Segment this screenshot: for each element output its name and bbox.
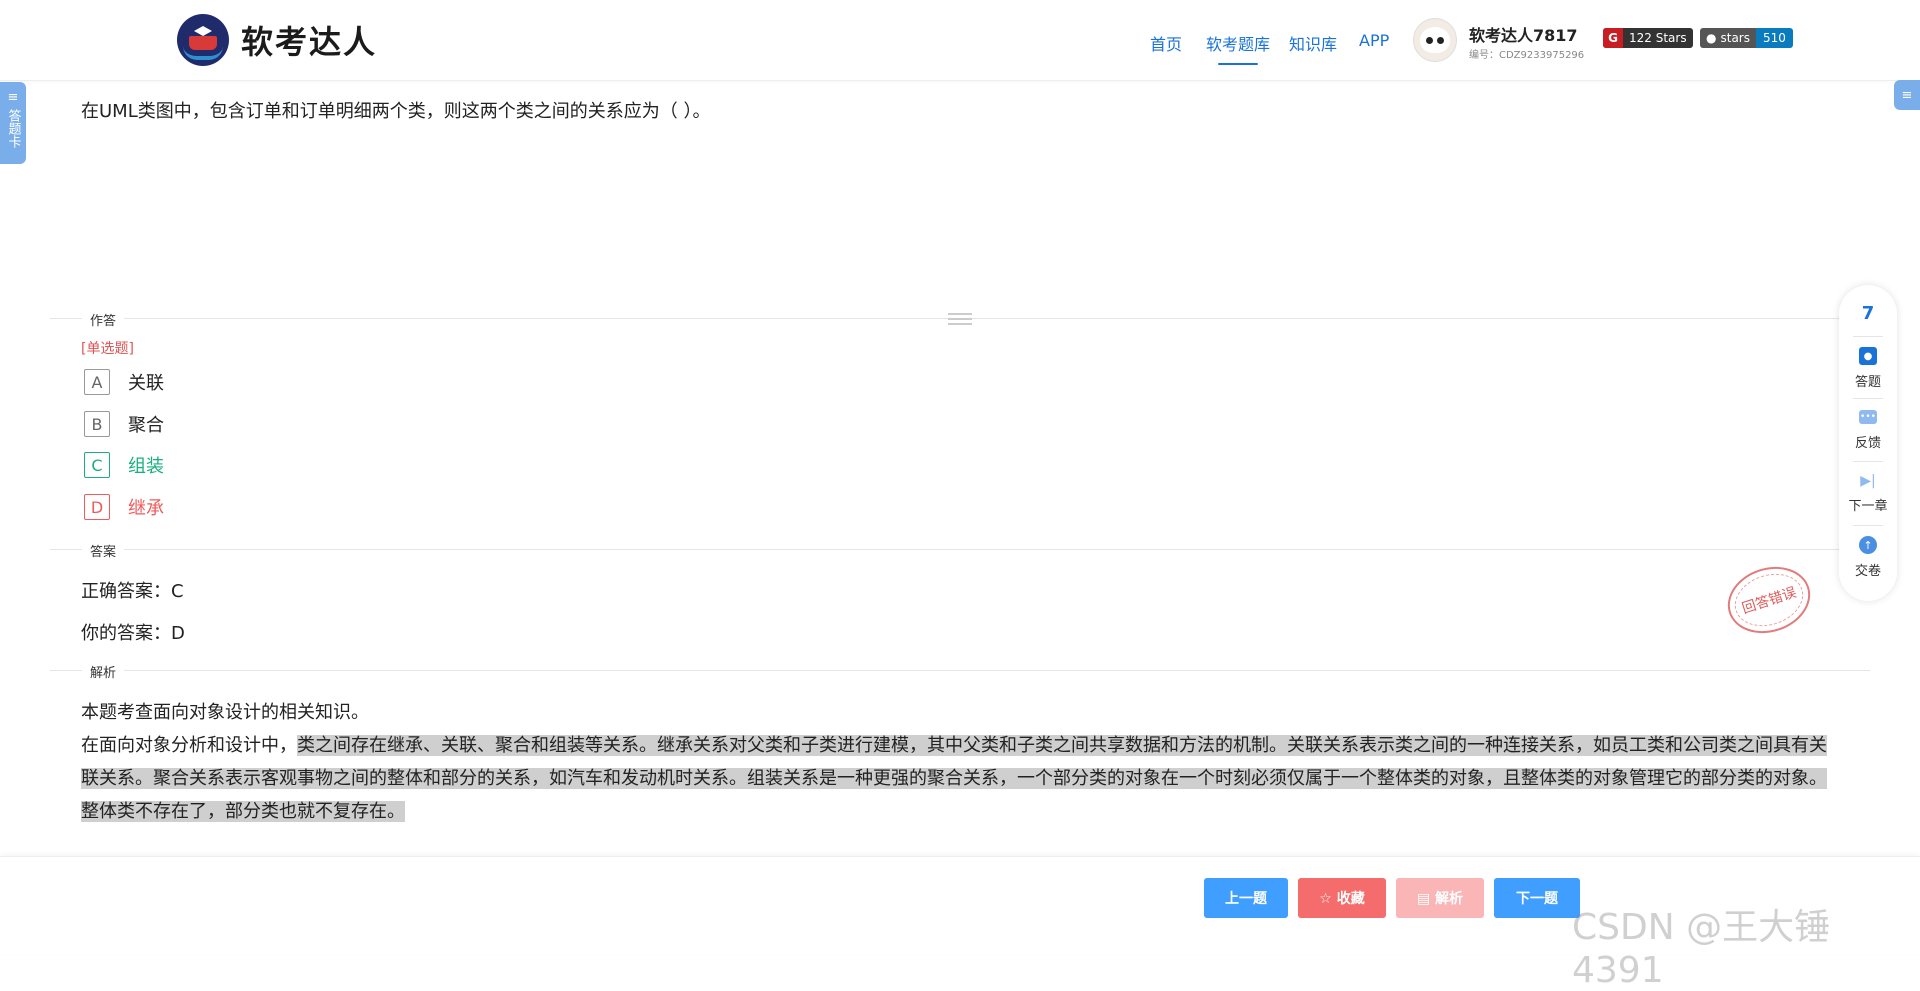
logo-icon (177, 14, 229, 66)
your-answer: 你的答案：D (81, 623, 185, 644)
wrong-answer-stamp: 回答错误 (1719, 556, 1819, 644)
answer-card-tab[interactable]: ≡ 答题卡 (0, 82, 26, 164)
nav-question-bank[interactable]: 软考题库 (1206, 31, 1270, 65)
analysis-intro: 本题考查面向对象设计的相关知识。 (81, 702, 369, 723)
menu-icon: ≡ (1901, 87, 1913, 103)
favorite-button[interactable]: ☆ 收藏 (1298, 878, 1386, 918)
prev-question-button[interactable]: 上一题 (1204, 878, 1288, 918)
option-d[interactable]: D 继承 (84, 494, 164, 520)
feedback-icon: ••• (1859, 410, 1877, 424)
section-label-analysis: 解析 (82, 662, 125, 681)
floating-toolbar: 7 ● 答题 ••• 反馈 ▶| 下一章 ↑ 交卷 (1839, 285, 1897, 601)
nav-home[interactable]: 首页 (1150, 31, 1182, 55)
analysis-text: 本题考查面向对象设计的相关知识。 在面向对象分析和设计中，类之间存在继承、关联、… (81, 696, 1843, 828)
watermark: CSDN @王大锤4391 (1572, 907, 1831, 991)
correct-answer: 正确答案：C (81, 581, 184, 602)
user-id: 编号：CDZ9233975296 (1469, 50, 1585, 61)
next-question-button[interactable]: 下一题 (1494, 878, 1580, 918)
analysis-button[interactable]: ▤ 解析 (1396, 878, 1484, 918)
avatar[interactable] (1413, 18, 1457, 62)
question-text: 在UML类图中，包含订单和订单明细两个类，则这两个类之间的关系应为（ ）。 (81, 101, 711, 122)
section-label-answer-area: 作答 (82, 310, 125, 329)
menu-icon: ≡ (7, 90, 19, 105)
gitee-stars-badge[interactable]: G 122 Stars (1603, 28, 1693, 48)
nav-app[interactable]: APP (1359, 31, 1389, 50)
section-divider (50, 670, 1870, 671)
toolbar-next-chapter[interactable]: ▶| 下一章 (1839, 473, 1897, 514)
nav-knowledge[interactable]: 知识库 (1289, 31, 1337, 55)
option-a[interactable]: A 关联 (84, 369, 164, 395)
section-divider (50, 549, 1870, 550)
gitee-icon: G (1603, 28, 1623, 48)
toolbar-submit[interactable]: ↑ 交卷 (1839, 536, 1897, 579)
analysis-body: 在面向对象分析和设计中，类之间存在继承、关联、聚合和组装等关系。继承关系对父类和… (81, 735, 1827, 822)
logo-text: 软考达人 (241, 23, 378, 61)
question-type: [单选题] (81, 341, 134, 357)
github-stars-badge[interactable]: ● stars 510 (1700, 28, 1793, 48)
section-label-answer: 答案 (82, 541, 125, 560)
arrow-up-icon: ↑ (1859, 536, 1877, 554)
text-selection: 类之间存在继承、关联、聚合和组装等关系。继承关系对父类和子类进行建模，其中父类和… (81, 735, 1827, 822)
option-b[interactable]: B 聚合 (84, 411, 164, 437)
right-menu-tab[interactable]: ≡ (1894, 80, 1920, 110)
question-count[interactable]: 7 (1839, 303, 1897, 324)
skip-next-icon: ▶| (1860, 473, 1876, 489)
drag-handle-icon[interactable] (948, 310, 972, 326)
site-logo[interactable]: 软考达人 (177, 14, 377, 66)
top-header: 软考达人 首页 软考题库 知识库 APP 软考达人7817 编号：CDZ9233… (0, 0, 1920, 81)
github-icon: ● (1706, 31, 1717, 45)
answer-icon: ● (1859, 347, 1877, 365)
user-name[interactable]: 软考达人7817 (1469, 22, 1578, 46)
toolbar-answer[interactable]: ● 答题 (1839, 347, 1897, 390)
option-c[interactable]: C 组装 (84, 452, 164, 478)
toolbar-feedback[interactable]: ••• 反馈 (1839, 410, 1897, 451)
